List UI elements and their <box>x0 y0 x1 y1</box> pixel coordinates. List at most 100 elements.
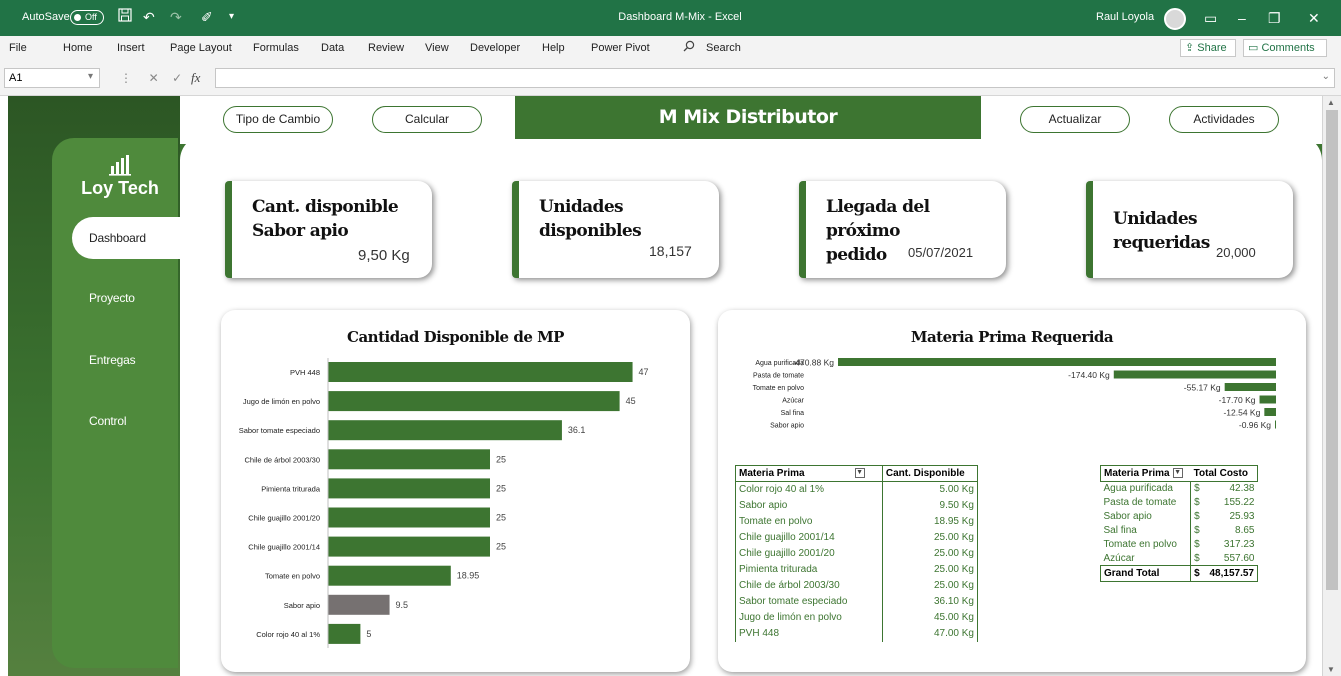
column-header-materia-prima[interactable]: Materia Prima ▼ <box>735 465 883 482</box>
tab-review[interactable]: Review <box>368 42 404 54</box>
tab-home[interactable]: Home <box>63 42 92 54</box>
total-costo-cell[interactable]: 557.60 <box>1203 552 1257 566</box>
filter-icon[interactable]: ▼ <box>854 468 865 479</box>
bar-chart-cantidad-disponible[interactable]: PVH 448 47 Jugo de limón en polvo 45 Sabor t… <box>221 310 690 672</box>
column-header-cant-disponible[interactable]: Cant. Disponible <box>881 465 978 482</box>
bar[interactable] <box>328 507 490 528</box>
table-row[interactable]: Sabor apio 9.50 Kg <box>735 497 978 514</box>
currency-cell[interactable]: $ <box>1190 523 1204 538</box>
filter-icon[interactable]: ▼ <box>1172 468 1183 479</box>
currency-cell[interactable]: $ <box>1190 551 1204 566</box>
cant-disponible-cell[interactable]: 25.00 Kg <box>882 578 977 594</box>
materia-prima-cell[interactable]: Color rojo 40 al 1% <box>735 481 883 498</box>
tipo-de-cambio-button[interactable]: Tipo de Cambio <box>223 106 333 133</box>
scrollbar-thumb[interactable] <box>1326 110 1338 590</box>
bar[interactable] <box>1275 420 1276 429</box>
actividades-button[interactable]: Actividades <box>1169 106 1279 133</box>
pivot-table-disponible[interactable]: Materia Prima ▼ Cant. Disponible Color ro… <box>735 465 978 642</box>
table-row[interactable]: Pasta de tomate $155.22 <box>1101 495 1258 510</box>
scroll-down-icon[interactable]: ▼ <box>1327 665 1335 674</box>
pivot-table-costo[interactable]: Materia Prima ▼ Total Costo Agua purifica… <box>1099 465 1259 582</box>
formula-input[interactable]: ⌄ <box>215 68 1335 88</box>
tab-help[interactable]: Help <box>542 42 565 54</box>
bar-chart-materia-prima-requerida[interactable]: Agua purificada-470.88 KgPasta de tomate… <box>718 350 1306 470</box>
total-costo-cell[interactable]: 8.65 <box>1203 524 1257 538</box>
materia-prima-cell[interactable]: Sabor apio <box>1101 510 1191 524</box>
cant-disponible-cell[interactable]: 9.50 Kg <box>882 498 977 514</box>
bar[interactable] <box>1113 370 1276 379</box>
column-header-materia-prima[interactable]: Materia Prima ▼ <box>1099 465 1191 482</box>
vertical-scrollbar[interactable]: ▲ ▼ <box>1322 96 1341 676</box>
table-row[interactable]: Jugo de limón en polvo 45.00 Kg <box>735 609 978 626</box>
materia-prima-cell[interactable]: Chile guajillo 2001/14 <box>735 529 883 546</box>
tab-power-pivot[interactable]: Power Pivot <box>591 42 650 54</box>
minimize-icon[interactable]: – <box>1238 8 1246 28</box>
worksheet[interactable]: Loy Tech Dashboard Proyecto Entregas Con… <box>0 96 1322 676</box>
sidebar-item-entregas[interactable]: Entregas <box>52 339 180 381</box>
materia-prima-cell[interactable]: Sal fina <box>1101 524 1191 538</box>
cant-disponible-cell[interactable]: 18.95 Kg <box>882 514 977 530</box>
table-row[interactable]: Sabor tomate especiado 36.10 Kg <box>735 593 978 610</box>
materia-prima-cell[interactable]: Pasta de tomate <box>1101 496 1191 510</box>
bar[interactable] <box>328 362 633 382</box>
materia-prima-cell[interactable]: PVH 448 <box>735 625 883 642</box>
materia-prima-cell[interactable]: Sabor tomate especiado <box>735 593 883 610</box>
format-painter-icon[interactable]: ✐ <box>201 7 213 27</box>
customize-qat-icon[interactable]: ▾ <box>229 7 234 27</box>
undo-icon[interactable]: ↶ <box>143 7 155 27</box>
comments-button[interactable]: ▭ Comments <box>1243 39 1327 57</box>
enter-icon[interactable]: ✓ <box>172 71 182 85</box>
table-row[interactable]: Agua purificada $42.38 <box>1101 481 1258 496</box>
table-row[interactable]: Pimienta triturada 25.00 Kg <box>735 561 978 578</box>
currency-cell[interactable]: $ <box>1190 495 1204 510</box>
materia-prima-cell[interactable]: Chile de árbol 2003/30 <box>735 577 883 594</box>
table-row[interactable]: Azúcar $557.60 <box>1101 551 1258 566</box>
insert-function-icon[interactable]: fx <box>191 70 200 86</box>
column-header-total-costo[interactable]: Total Costo <box>1190 465 1258 482</box>
bar[interactable] <box>328 565 451 586</box>
redo-icon[interactable]: ↷ <box>170 7 182 27</box>
bar[interactable] <box>328 478 490 499</box>
table-row[interactable]: Chile de árbol 2003/30 25.00 Kg <box>735 577 978 594</box>
bar[interactable] <box>1259 395 1276 404</box>
tab-view[interactable]: View <box>425 42 449 54</box>
actualizar-button[interactable]: Actualizar <box>1020 106 1130 133</box>
currency-cell[interactable]: $ <box>1190 481 1204 496</box>
total-costo-cell[interactable]: 317.23 <box>1203 538 1257 552</box>
calcular-button[interactable]: Calcular <box>372 106 482 133</box>
tab-insert[interactable]: Insert <box>117 42 145 54</box>
table-row[interactable]: Color rojo 40 al 1% 5.00 Kg <box>735 481 978 498</box>
total-costo-cell[interactable]: 25.93 <box>1203 510 1257 524</box>
chevron-down-icon[interactable]: ▾ <box>88 71 93 82</box>
avatar[interactable] <box>1164 8 1186 30</box>
bar[interactable] <box>1264 408 1276 416</box>
materia-prima-cell[interactable]: Pimienta triturada <box>735 561 883 578</box>
tab-file[interactable]: File <box>9 42 27 54</box>
cant-disponible-cell[interactable]: 47.00 Kg <box>882 626 977 642</box>
cant-disponible-cell[interactable]: 25.00 Kg <box>882 546 977 562</box>
tab-developer[interactable]: Developer <box>470 42 520 54</box>
name-box[interactable]: A1 ▾ <box>4 68 100 88</box>
tab-data[interactable]: Data <box>321 42 344 54</box>
bar[interactable] <box>1224 383 1276 391</box>
tab-page-layout[interactable]: Page Layout <box>170 42 232 54</box>
currency-cell[interactable]: $ <box>1190 537 1204 552</box>
table-row[interactable]: Sabor apio $25.93 <box>1101 509 1258 524</box>
materia-prima-cell[interactable]: Agua purificada <box>1101 482 1191 496</box>
cant-disponible-cell[interactable]: 25.00 Kg <box>882 562 977 578</box>
total-costo-cell[interactable]: 155.22 <box>1203 496 1257 510</box>
save-icon[interactable] <box>118 7 132 27</box>
materia-prima-cell[interactable]: Azúcar <box>1101 552 1191 566</box>
cant-disponible-cell[interactable]: 5.00 Kg <box>882 482 977 498</box>
materia-prima-cell[interactable]: Tomate en polvo <box>1101 538 1191 552</box>
table-row[interactable]: Tomate en polvo $317.23 <box>1101 537 1258 552</box>
search-icon[interactable] <box>683 40 695 52</box>
user-name[interactable]: Raul Loyola <box>1096 11 1154 23</box>
table-row[interactable]: Sal fina $8.65 <box>1101 523 1258 538</box>
bar[interactable] <box>328 623 361 644</box>
materia-prima-cell[interactable]: Jugo de limón en polvo <box>735 609 883 626</box>
table-row[interactable]: Tomate en polvo 18.95 Kg <box>735 513 978 530</box>
cancel-icon[interactable]: ✕ <box>149 71 159 85</box>
table-row[interactable]: Chile guajillo 2001/20 25.00 Kg <box>735 545 978 562</box>
scroll-up-icon[interactable]: ▲ <box>1327 98 1335 107</box>
